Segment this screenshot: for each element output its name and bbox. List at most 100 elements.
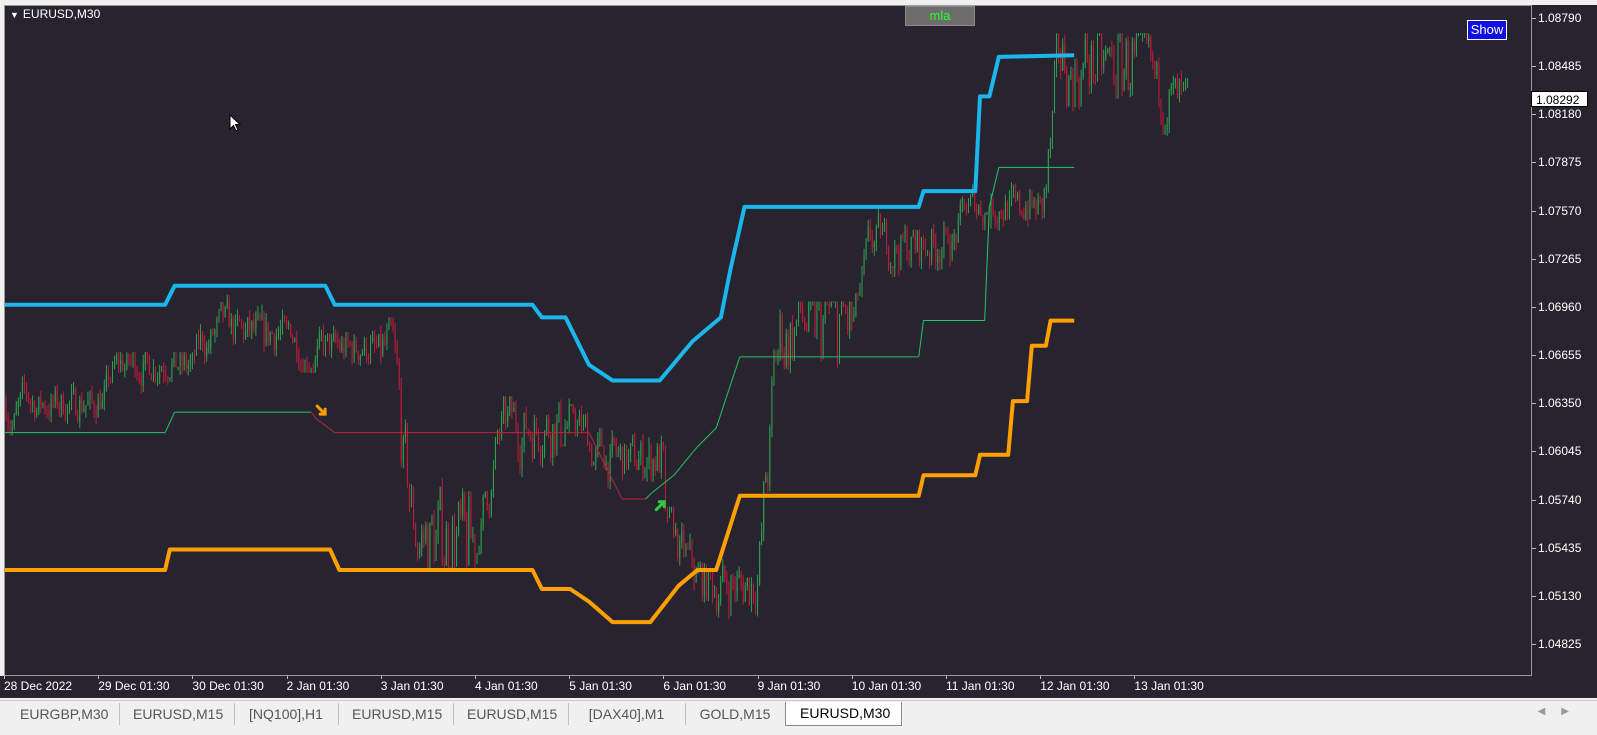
chart-tab[interactable]: GOLD,M15 <box>685 703 786 725</box>
candle-body <box>478 554 480 556</box>
candle-body <box>464 492 466 520</box>
candle-body <box>550 436 552 457</box>
candle-body <box>370 342 372 360</box>
candle-body <box>695 573 697 583</box>
candle-body <box>247 317 249 331</box>
price-chart[interactable] <box>5 6 1532 676</box>
candle-body <box>1088 59 1090 86</box>
chart-tab[interactable]: EURUSD,M15 <box>453 703 569 725</box>
candle-body <box>255 318 257 329</box>
price-tick-label: 1.08790 <box>1531 11 1582 25</box>
candle-body <box>1168 90 1170 124</box>
tab-scroll-arrows-icon[interactable]: ◀▶ <box>1538 706 1585 717</box>
candle-body <box>949 243 951 259</box>
candle-body <box>87 400 89 406</box>
collapse-triangle-icon[interactable]: ▼ <box>10 10 19 20</box>
candle-body <box>687 548 689 550</box>
candle-body <box>656 446 658 471</box>
candle-body <box>234 319 236 339</box>
candle-body <box>394 332 396 346</box>
candle-body <box>884 222 886 232</box>
candle-body <box>775 353 777 362</box>
candle-body <box>171 363 173 378</box>
candle-body <box>568 404 570 428</box>
candle-body <box>23 382 25 386</box>
trailing-stop-segment <box>645 493 651 500</box>
candle-body <box>44 403 46 411</box>
candle-body <box>628 454 630 466</box>
show-button[interactable]: Show <box>1467 20 1507 40</box>
candle-body <box>1097 34 1099 79</box>
candle-body <box>435 536 437 561</box>
candle-body <box>191 353 193 360</box>
candle-body <box>984 214 986 225</box>
candle-body <box>1148 37 1150 41</box>
candle-body <box>576 425 578 430</box>
candle-body <box>804 318 806 330</box>
candle-body <box>867 226 869 240</box>
candle-body <box>914 236 916 250</box>
candle-body <box>345 337 347 355</box>
trailing-stop-segment <box>988 167 1000 207</box>
candle-body <box>525 413 527 429</box>
candle-body <box>808 301 810 330</box>
candle-body <box>95 412 97 418</box>
candle-body <box>1170 85 1172 91</box>
candle-body <box>265 322 267 344</box>
mla-button[interactable]: mla <box>905 6 975 26</box>
time-axis[interactable]: 28 Dec 2022 29 Dec 01:30 30 Dec 01:30 2 Jan… <box>0 676 1597 698</box>
candle-body <box>1142 33 1144 35</box>
candle-body <box>1027 209 1029 219</box>
candle-body <box>615 442 617 453</box>
candle-body <box>523 413 525 446</box>
candle-body <box>202 333 204 344</box>
candle-body <box>124 368 126 371</box>
price-tick-label: 1.08180 <box>1531 107 1582 122</box>
candle-body <box>982 215 984 225</box>
candle-body <box>257 314 259 319</box>
candle-body <box>343 343 345 355</box>
candle-body <box>537 429 539 449</box>
candle-body <box>460 503 462 516</box>
chart-tab[interactable]: EURUSD,M15 <box>338 703 454 725</box>
time-tick-label: 29 Dec 01:30 <box>98 679 170 693</box>
candle-body <box>497 433 499 439</box>
candle-body <box>157 376 159 378</box>
price-tick-label: 1.05740 <box>1531 492 1582 507</box>
candle-body <box>654 459 656 471</box>
candle-body <box>621 446 623 475</box>
candle-body <box>177 367 179 369</box>
candle-body <box>730 579 732 611</box>
candle-body <box>976 209 978 213</box>
candle-body <box>159 371 161 377</box>
candle-body <box>445 528 447 566</box>
candle-body <box>204 343 206 357</box>
candle-body <box>165 374 167 378</box>
chart-tab[interactable]: EURUSD,M15 <box>119 703 235 725</box>
mouse-pointer-icon <box>229 113 242 137</box>
price-tick-label: 1.07265 <box>1531 251 1582 266</box>
chart-tab[interactable]: [DAX40],M1 <box>568 703 686 725</box>
chart-window[interactable]: ▼ EURUSD,M30 mla Show 1.08292 28 Dec 2022… <box>0 0 1597 698</box>
candle-body <box>623 445 625 475</box>
plot-area[interactable] <box>4 5 1532 676</box>
candle-body <box>746 577 748 587</box>
chart-tab[interactable]: EURGBP,M30 <box>6 703 120 725</box>
chart-tab[interactable]: EURUSD,M30 <box>785 702 902 726</box>
candle-body <box>308 370 310 373</box>
candle-body <box>943 229 945 251</box>
price-tick-label: 1.06960 <box>1531 299 1582 314</box>
candle-body <box>118 356 120 364</box>
candle-body <box>820 301 822 356</box>
candle-body <box>359 355 361 361</box>
candle-body <box>433 516 435 561</box>
candle-body <box>38 396 40 412</box>
candle-body <box>1152 55 1154 62</box>
candle-body <box>572 404 574 412</box>
candle-body <box>892 266 894 269</box>
candle-body <box>501 415 503 438</box>
candle-body <box>644 472 646 476</box>
candle-body <box>331 339 333 350</box>
candle-body <box>953 234 955 243</box>
chart-tab[interactable]: [NQ100],H1 <box>234 703 339 725</box>
